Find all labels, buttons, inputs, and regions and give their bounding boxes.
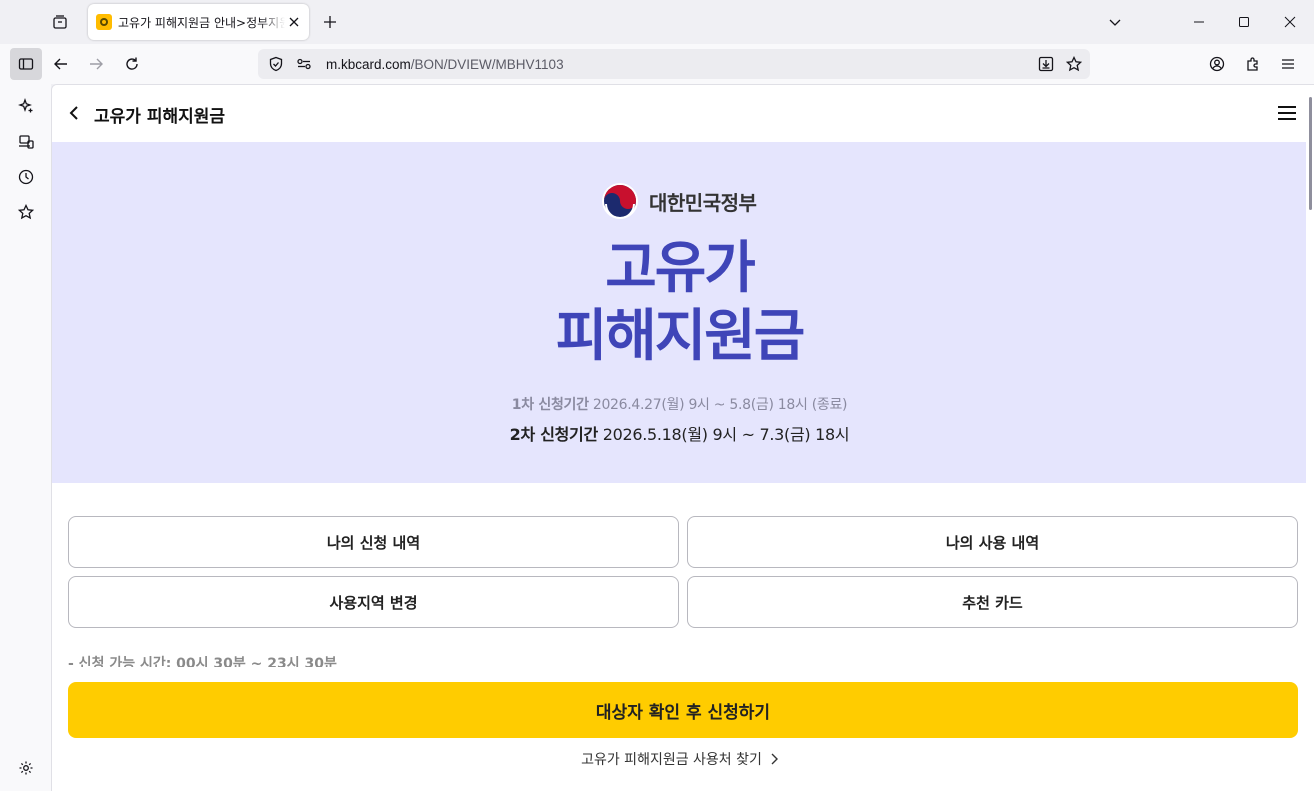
hamburger-menu-icon [1278, 106, 1296, 120]
maximize-button[interactable] [1221, 0, 1267, 44]
shield-icon[interactable] [266, 54, 286, 74]
tab-list-button[interactable] [44, 6, 76, 38]
plus-icon [324, 16, 336, 28]
browser-tab-active[interactable]: 고유가 피해지원금 안내>정부지원 [88, 4, 309, 40]
first-application-period: 1차 신청기간 2026.4.27(월) 9시 ~ 5.8(금) 18시 (종료… [511, 397, 848, 413]
tab-list-icon [53, 15, 67, 29]
puzzle-icon [1247, 57, 1258, 71]
url-bar[interactable]: m.kbcard.com/BON/DVIEW/MBHV1103 [258, 49, 1090, 79]
arrow-right-icon [90, 58, 103, 70]
sidebar-bookmarks[interactable] [12, 198, 40, 226]
bookmark-star-icon[interactable] [1063, 53, 1085, 75]
maximize-icon [1239, 17, 1249, 27]
clock-icon [18, 169, 34, 185]
minimize-button[interactable] [1176, 0, 1222, 44]
browser-sidebar [0, 84, 51, 791]
application-time-notice: - 신청 가능 시간: 00시 30분 ~ 23시 30분 [68, 656, 337, 667]
taegeuk-logo-icon [602, 183, 638, 219]
new-tab-button[interactable] [316, 8, 344, 36]
hero-banner: 대한민국정부 고유가 피해지원금 1차 신청기간 2026.4.27(월) 9시… [52, 142, 1307, 483]
tab-title: 고유가 피해지원금 안내>정부지원 [118, 15, 285, 30]
sidebar-history[interactable] [12, 163, 40, 191]
account-button[interactable] [1201, 48, 1233, 80]
star-icon [18, 204, 34, 220]
reload-icon [126, 57, 138, 70]
hero-title-line2: 피해지원금 [555, 304, 806, 369]
hamburger-icon [1282, 59, 1294, 69]
my-application-button[interactable]: 나의 신청 내역 [68, 516, 679, 568]
page-menu-button[interactable] [1275, 101, 1299, 125]
second-application-period: 2차 신청기간 2026.5.18(월) 9시 ~ 7.3(금) 18시 [509, 425, 850, 444]
hero-title-line1: 고유가 [605, 236, 756, 301]
forward-button[interactable] [80, 48, 112, 80]
arrow-left-icon [54, 58, 67, 70]
chevron-left-icon [69, 106, 78, 120]
minimize-icon [1194, 21, 1204, 23]
scrollbar[interactable] [1306, 85, 1314, 791]
save-page-icon[interactable] [1035, 53, 1057, 75]
close-icon [1284, 16, 1296, 28]
sidebar-icon [18, 58, 34, 70]
extensions-button[interactable] [1237, 48, 1269, 80]
find-store-label: 고유가 피해지원금 사용처 찾기 [581, 752, 762, 768]
back-button[interactable] [45, 48, 77, 80]
sidebar-toggle-button[interactable] [10, 48, 42, 80]
my-usage-button[interactable]: 나의 사용 내역 [687, 516, 1298, 568]
government-name: 대한민국정부 [649, 190, 757, 215]
recommended-card-button[interactable]: 추천 카드 [687, 576, 1298, 628]
scrollbar-thumb[interactable] [1309, 97, 1312, 210]
app-header: 고유가 피해지원금 [52, 85, 1307, 142]
navigation-toolbar: m.kbcard.com/BON/DVIEW/MBHV1103 [0, 44, 1314, 84]
kbcard-favicon-icon [96, 14, 112, 30]
close-window-button[interactable] [1267, 0, 1313, 44]
devices-icon [19, 135, 34, 149]
sidebar-settings[interactable] [12, 754, 40, 782]
tab-close-icon[interactable] [285, 13, 303, 31]
sidebar-ai-chatbot[interactable] [12, 92, 40, 120]
page-content: 고유가 피해지원금 대한민국정부 고유가 피해지원금 1차 신청기간 2026.… [51, 84, 1314, 791]
reload-button[interactable] [116, 48, 148, 80]
sparkle-icon [18, 98, 33, 113]
gear-icon [19, 761, 33, 775]
app-menu-button[interactable] [1272, 48, 1304, 80]
tab-strip: 고유가 피해지원금 안내>정부지원 [0, 0, 1314, 44]
permissions-icon[interactable] [294, 54, 314, 74]
government-brand: 대한민국정부 [601, 182, 757, 220]
find-store-link[interactable]: 고유가 피해지원금 사용처 찾기 [52, 749, 1307, 769]
sidebar-synced-tabs[interactable] [12, 128, 40, 156]
chevron-down-icon [1109, 19, 1121, 26]
change-region-button[interactable]: 사용지역 변경 [68, 576, 679, 628]
url-text: m.kbcard.com/BON/DVIEW/MBHV1103 [326, 56, 564, 72]
page-back-button[interactable] [62, 101, 86, 125]
account-icon [1209, 56, 1225, 72]
apply-button[interactable]: 대상자 확인 후 신청하기 [68, 682, 1298, 738]
chevron-right-icon [771, 753, 778, 765]
page-title: 고유가 피해지원금 [94, 107, 226, 127]
tab-overflow-button[interactable] [1092, 0, 1138, 44]
